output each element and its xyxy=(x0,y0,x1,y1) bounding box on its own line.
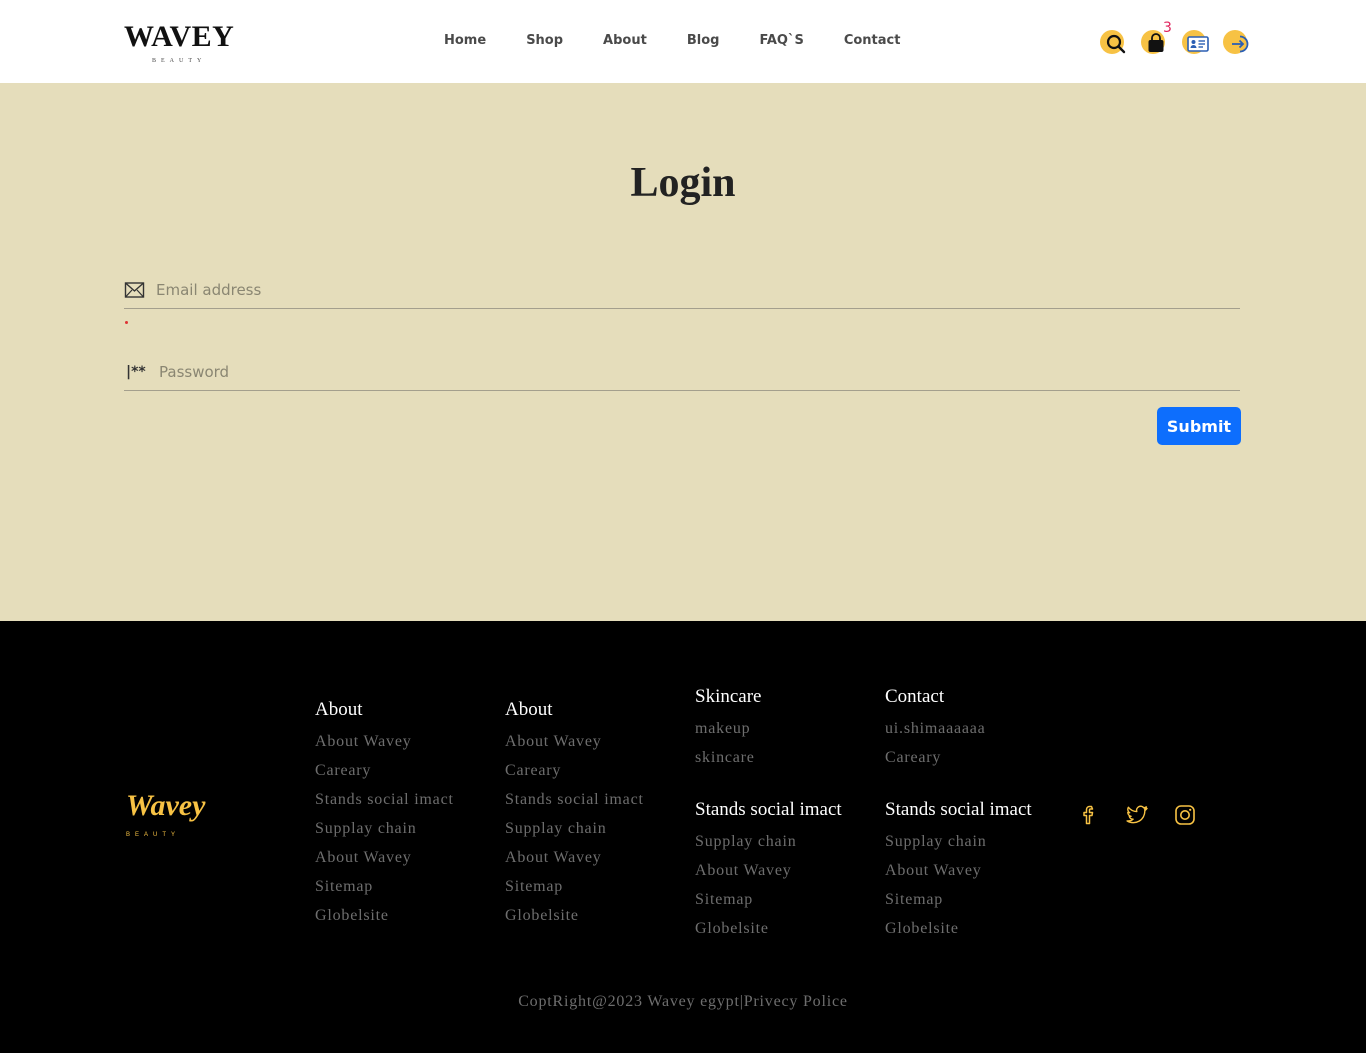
twitter-link[interactable] xyxy=(1125,803,1149,827)
password-icon: |** xyxy=(126,364,146,380)
footer-col-social-impact-1: Stands social imact Supplay chain About … xyxy=(695,798,842,943)
profile-card-icon xyxy=(1187,36,1209,52)
logo-text: WAVEY xyxy=(124,20,235,53)
footer-link[interactable]: Globelsite xyxy=(315,901,454,930)
site-header: WAVEY BEAUTY Home Shop About Blog FAQ`S … xyxy=(0,0,1366,83)
nav-home[interactable]: Home xyxy=(444,32,486,50)
footer-link[interactable]: Stands social imact xyxy=(505,785,644,814)
footer-link[interactable]: skincare xyxy=(695,743,761,772)
footer-col-title: Stands social imact xyxy=(885,799,1032,820)
page-title: Login xyxy=(630,160,736,206)
logo-subtext: BEAUTY xyxy=(151,58,207,64)
footer-link[interactable]: ui.shimaaaaaa xyxy=(885,714,986,743)
footer-col-title: About xyxy=(505,699,553,720)
footer-col-about-2: About About Wavey Careary Stands social … xyxy=(505,698,644,930)
search-button[interactable] xyxy=(1100,28,1128,56)
profile-button[interactable] xyxy=(1182,28,1210,56)
footer-link[interactable]: Supplay chain xyxy=(885,827,1032,856)
email-error-marker xyxy=(125,321,128,324)
footer-col-social-impact-2: Stands social imact Supplay chain About … xyxy=(885,798,1032,943)
footer-logo-text: Wavey xyxy=(126,789,206,822)
footer-link[interactable]: About Wavey xyxy=(315,727,454,756)
footer-col-title: About xyxy=(315,699,363,720)
envelope-icon xyxy=(124,282,145,298)
footer-link[interactable]: Sitemap xyxy=(695,885,842,914)
footer-link[interactable]: Globelsite xyxy=(505,901,644,930)
login-section: Login |** Submit xyxy=(0,83,1366,621)
login-button[interactable] xyxy=(1223,28,1251,56)
footer-col-title: Contact xyxy=(885,686,945,707)
footer-logo-subtext: BEAUTY xyxy=(126,832,181,838)
footer-col-title: Skincare xyxy=(695,686,762,707)
submit-button[interactable]: Submit xyxy=(1157,407,1241,445)
footer-link[interactable]: About Wavey xyxy=(695,856,842,885)
cart-count-badge: 3 xyxy=(1163,20,1172,36)
footer-link[interactable]: makeup xyxy=(695,714,761,743)
twitter-icon xyxy=(1126,805,1148,824)
sign-in-icon xyxy=(1232,35,1249,53)
footer-link[interactable]: Sitemap xyxy=(505,872,644,901)
footer-col-skincare: Skincare makeup skincare xyxy=(695,685,761,772)
instagram-link[interactable] xyxy=(1173,803,1197,827)
nav-faq[interactable]: FAQ`S xyxy=(759,32,803,50)
footer-link[interactable]: Careary xyxy=(315,756,454,785)
footer-col-about-1: About About Wavey Careary Stands social … xyxy=(315,698,454,930)
footer-link[interactable]: Globelsite xyxy=(885,914,1032,943)
password-input[interactable] xyxy=(159,355,1239,389)
email-input[interactable] xyxy=(156,273,1236,307)
nav-blog[interactable]: Blog xyxy=(687,32,720,50)
footer-link[interactable]: About Wavey xyxy=(315,843,454,872)
footer-link[interactable]: Supplay chain xyxy=(315,814,454,843)
instagram-icon xyxy=(1175,805,1195,825)
footer-link[interactable]: About Wavey xyxy=(885,856,1032,885)
site-footer: Wavey BEAUTY About About Wavey Careary S… xyxy=(0,621,1366,1053)
footer-link[interactable]: Careary xyxy=(505,756,644,785)
footer-link[interactable]: About Wavey xyxy=(505,727,644,756)
footer-link[interactable]: Supplay chain xyxy=(505,814,644,843)
footer-link[interactable]: About Wavey xyxy=(505,843,644,872)
footer-link[interactable]: Sitemap xyxy=(315,872,454,901)
email-field xyxy=(124,273,1240,309)
nav-contact[interactable]: Contact xyxy=(844,32,901,50)
footer-link[interactable]: Stands social imact xyxy=(315,785,454,814)
footer-link[interactable]: Sitemap xyxy=(885,885,1032,914)
social-links xyxy=(1077,803,1221,827)
nav-shop[interactable]: Shop xyxy=(526,32,563,50)
main-nav: Home Shop About Blog FAQ`S Contact xyxy=(444,32,940,50)
cart-button[interactable]: 3 xyxy=(1141,20,1172,56)
nav-about[interactable]: About xyxy=(603,32,647,50)
facebook-icon xyxy=(1083,805,1094,825)
footer-col-contact: Contact ui.shimaaaaaa Careary xyxy=(885,685,986,772)
brand-logo[interactable]: WAVEY BEAUTY xyxy=(124,20,234,64)
password-field: |** xyxy=(124,355,1240,391)
facebook-link[interactable] xyxy=(1077,803,1101,827)
footer-link[interactable]: Globelsite xyxy=(695,914,842,943)
footer-col-title: Stands social imact xyxy=(695,799,842,820)
copyright-text: CoptRight@2023 Wavey egypt|Privecy Polic… xyxy=(518,993,848,1010)
footer-logo[interactable]: Wavey BEAUTY xyxy=(126,789,206,839)
header-actions: 3 xyxy=(1100,20,1264,56)
footer-link[interactable]: Careary xyxy=(885,743,986,772)
search-icon xyxy=(1106,34,1126,54)
footer-link[interactable]: Supplay chain xyxy=(695,827,842,856)
